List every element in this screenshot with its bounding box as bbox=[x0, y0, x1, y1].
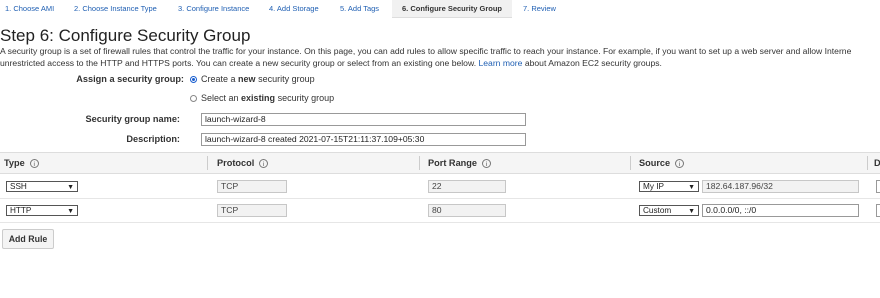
radio-create-new-pre: Create a bbox=[201, 74, 236, 84]
th-port-range: Port Range i bbox=[428, 153, 492, 173]
page-title: Step 6: Configure Security Group bbox=[0, 26, 251, 45]
rules-table-header: Type i Protocol i Port Range i Source i D bbox=[0, 152, 880, 174]
tab-add-tags[interactable]: 5. Add Tags bbox=[337, 0, 382, 17]
port-range-field: 22 bbox=[428, 180, 506, 193]
radio-existing-bold: existing bbox=[241, 93, 276, 103]
type-select-value: HTTP bbox=[10, 206, 32, 215]
wizard-tabs: 1. Choose AMI 2. Choose Instance Type 3.… bbox=[0, 0, 880, 18]
th-description: D bbox=[874, 158, 880, 168]
chevron-down-icon: ▼ bbox=[67, 208, 74, 215]
info-icon[interactable]: i bbox=[29, 159, 39, 169]
description-label: Description: bbox=[126, 134, 180, 144]
type-select[interactable]: HTTP ▼ bbox=[6, 205, 78, 216]
th-type-label: Type bbox=[4, 158, 25, 168]
th-protocol: Protocol i bbox=[217, 153, 269, 173]
source-select[interactable]: My IP ▼ bbox=[639, 181, 699, 192]
row-divider bbox=[0, 222, 880, 223]
tab-choose-instance-type[interactable]: 2. Choose Instance Type bbox=[71, 0, 160, 17]
row-divider bbox=[0, 198, 880, 199]
assign-label: Assign a security group: bbox=[76, 74, 184, 84]
info-icon[interactable]: i bbox=[482, 159, 492, 169]
sg-name-label: Security group name: bbox=[85, 114, 180, 124]
th-source: Source i bbox=[639, 153, 685, 173]
radio-create-new[interactable]: Create a new security group bbox=[190, 74, 315, 84]
radio-selected-icon[interactable] bbox=[190, 75, 197, 83]
tab-add-storage[interactable]: 4. Add Storage bbox=[266, 0, 322, 17]
column-divider bbox=[419, 156, 420, 170]
intro-text: A security group is a set of firewall ru… bbox=[0, 45, 880, 69]
source-select-value: My IP bbox=[643, 182, 664, 191]
radio-unselected-icon[interactable] bbox=[190, 94, 197, 102]
column-divider bbox=[207, 156, 208, 170]
protocol-field: TCP bbox=[217, 180, 287, 193]
type-select[interactable]: SSH ▼ bbox=[6, 181, 78, 192]
protocol-field: TCP bbox=[217, 204, 287, 217]
description-field-edge[interactable] bbox=[876, 204, 880, 217]
source-select[interactable]: Custom ▼ bbox=[639, 205, 699, 216]
chevron-down-icon: ▼ bbox=[688, 208, 695, 215]
tab-configure-security-group[interactable]: 6. Configure Security Group bbox=[392, 0, 513, 18]
th-source-label: Source bbox=[639, 158, 671, 168]
type-select-value: SSH bbox=[10, 182, 27, 191]
intro-line-2-tail: about Amazon EC2 security groups. bbox=[524, 58, 662, 68]
intro-line-1: A security group is a set of firewall ru… bbox=[0, 46, 852, 56]
th-port-range-label: Port Range bbox=[428, 158, 478, 168]
sg-name-input[interactable]: launch-wizard-8 bbox=[201, 113, 526, 126]
chevron-down-icon: ▼ bbox=[67, 184, 74, 191]
intro-line-2: unrestricted access to the HTTP and HTTP… bbox=[0, 57, 880, 69]
radio-select-existing[interactable]: Select an existing security group bbox=[190, 93, 334, 103]
radio-existing-pre: Select an bbox=[201, 93, 239, 103]
radio-existing-post: security group bbox=[277, 93, 335, 103]
source-cidr-input[interactable]: 0.0.0.0/0, ::/0 bbox=[702, 204, 859, 217]
chevron-down-icon: ▼ bbox=[688, 184, 695, 191]
intro-line-2-text: unrestricted access to the HTTP and HTTP… bbox=[0, 58, 477, 68]
radio-create-new-bold: new bbox=[238, 74, 256, 84]
th-type: Type i bbox=[4, 153, 39, 173]
tab-choose-ami[interactable]: 1. Choose AMI bbox=[2, 0, 57, 17]
tab-configure-instance[interactable]: 3. Configure Instance bbox=[175, 0, 252, 17]
column-divider bbox=[867, 156, 868, 170]
add-rule-button[interactable]: Add Rule bbox=[2, 229, 54, 249]
source-select-value: Custom bbox=[643, 206, 672, 215]
tab-review[interactable]: 7. Review bbox=[520, 0, 559, 17]
learn-more-link[interactable]: Learn more bbox=[478, 58, 522, 68]
info-icon[interactable]: i bbox=[675, 159, 685, 169]
radio-create-new-post: security group bbox=[258, 74, 315, 84]
port-range-field: 80 bbox=[428, 204, 506, 217]
info-icon[interactable]: i bbox=[259, 159, 269, 169]
description-field-edge[interactable] bbox=[876, 180, 880, 193]
column-divider bbox=[630, 156, 631, 170]
description-input[interactable]: launch-wizard-8 created 2021-07-15T21:11… bbox=[201, 133, 526, 146]
source-cidr-field: 182.64.187.96/32 bbox=[702, 180, 859, 193]
th-protocol-label: Protocol bbox=[217, 158, 255, 168]
